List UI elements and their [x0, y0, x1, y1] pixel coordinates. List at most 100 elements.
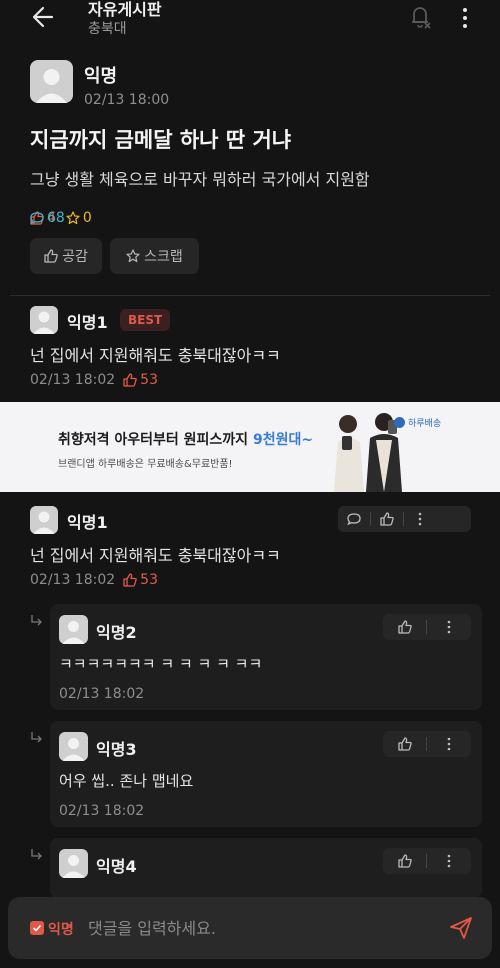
like-button[interactable]: 공감	[30, 238, 102, 274]
board-subtitle: 충북대	[88, 21, 127, 37]
reply-like-button[interactable]	[383, 731, 426, 757]
reply-like-button[interactable]	[383, 848, 426, 874]
send-icon	[450, 917, 472, 939]
comment-count-value: 68	[47, 210, 65, 226]
avatar	[59, 849, 88, 878]
comment-like-count: 53	[123, 372, 158, 388]
send-button[interactable]	[448, 915, 474, 941]
more-vertical-icon	[447, 620, 450, 634]
thumbs-up-icon	[380, 512, 394, 526]
comment-actions	[338, 506, 471, 532]
post-body: 그냥 생활 체육으로 바꾸자 뭐하러 국가에서 지원함	[30, 170, 370, 189]
comment-time: 02/13 18:02	[30, 372, 116, 388]
reply-more-button[interactable]	[427, 731, 470, 757]
reply: 익명3 어우 씹.. 존나 맵네요 02/13 18:02	[50, 721, 482, 827]
post-author: 익명	[84, 66, 118, 87]
avatar	[59, 615, 88, 644]
comment-composer: 익명	[8, 897, 492, 959]
reply-arrow-icon	[31, 615, 42, 626]
reply: 익명2 ㅋㅋㅋㅋㅋㅋㅋ ㅋ ㅋ ㅋ ㅋ ㅋㅋ 02/13 18:02	[50, 604, 482, 710]
reply-arrow-icon	[31, 849, 42, 860]
ad-banner[interactable]: 취향저격 아우터부터 원피스까지 9천원대~ 브랜디앱 하루배송은 무료배송&무…	[0, 402, 500, 492]
back-button[interactable]	[26, 2, 60, 32]
notification-toggle-button[interactable]	[405, 2, 435, 32]
like-button-label: 공감	[62, 249, 88, 265]
reply-like-button[interactable]	[383, 614, 426, 640]
avatar	[59, 732, 88, 761]
ad-subline: 브랜디앱 하루배송은 무료배송&무료반품!	[58, 459, 233, 470]
reply-actions	[383, 848, 471, 874]
comment-author: 익명1	[67, 513, 108, 532]
more-vertical-icon	[418, 512, 422, 526]
comment-text: 넌 집에서 지원해줘도 충북대잖아ㅋㅋ	[30, 546, 281, 565]
thumbs-up-icon	[44, 249, 58, 263]
reply-arrow-icon	[31, 732, 42, 743]
thumbs-up-icon	[123, 573, 137, 587]
thumbs-up-icon	[397, 737, 412, 751]
reply-more-button[interactable]	[427, 614, 470, 640]
default-avatar-icon	[62, 855, 85, 878]
comment-like-value: 53	[140, 372, 158, 388]
reply-text: ㅋㅋㅋㅋㅋㅋㅋ ㅋ ㅋ ㅋ ㅋ ㅋㅋ	[59, 655, 263, 673]
default-avatar-icon	[36, 69, 67, 103]
comment-meta: 02/13 18:02 53	[30, 372, 158, 388]
comment-author: 익명1	[67, 313, 108, 332]
star-icon	[126, 249, 140, 263]
scrap-button[interactable]: 스크랩	[110, 238, 199, 274]
divider	[10, 295, 490, 296]
default-avatar-icon	[33, 511, 55, 534]
default-avatar-icon	[62, 621, 85, 644]
thumbs-up-icon	[123, 373, 137, 387]
reply-time: 02/13 18:02	[59, 803, 145, 819]
post-time: 02/13 18:00	[84, 92, 170, 108]
check-icon	[32, 924, 42, 932]
more-vertical-icon	[447, 737, 450, 751]
comment-like-count: 53	[123, 572, 158, 588]
reply-author: 익명4	[96, 857, 137, 876]
comment-like-value: 53	[140, 572, 158, 588]
comment-text: 넌 집에서 지원해줘도 충북대잖아ㅋㅋ	[30, 346, 281, 365]
ad-headline: 취향저격 아우터부터 원피스까지 9천원대~	[58, 429, 313, 449]
board-title: 자유게시판	[88, 0, 162, 19]
reply-author: 익명2	[96, 623, 137, 642]
speech-bubble-icon	[30, 212, 44, 225]
brand-logo-icon	[394, 417, 405, 428]
more-vertical-icon	[463, 8, 467, 28]
anonymous-checkbox[interactable]	[30, 921, 44, 935]
comment-meta: 02/13 18:02 53	[30, 572, 158, 588]
post-stats: 4 68 0	[30, 208, 102, 228]
reply-actions	[383, 731, 471, 757]
default-avatar-icon	[62, 738, 85, 761]
ad-headline-highlight: 9천원대~	[252, 432, 314, 448]
post-title: 지금까지 금메달 하나 딴 거냐	[30, 128, 292, 152]
reply-actions	[383, 614, 471, 640]
more-vertical-icon	[447, 854, 450, 868]
avatar	[30, 60, 73, 103]
reply-button[interactable]	[338, 506, 370, 532]
comment-input[interactable]	[88, 913, 418, 943]
thumbs-up-icon	[397, 620, 412, 634]
arrow-left-icon	[32, 6, 54, 28]
comment-more-button[interactable]	[404, 506, 436, 532]
avatar	[30, 506, 58, 534]
avatar	[30, 306, 58, 334]
post-actions: 공감 스크랩	[30, 238, 207, 274]
ad-brand: 하루배송	[394, 416, 441, 429]
speech-bubble-icon	[347, 513, 361, 526]
app-header: 자유게시판 충북대	[0, 0, 500, 48]
anonymous-label[interactable]: 익명	[48, 919, 74, 939]
scrap-button-label: 스크랩	[144, 249, 183, 265]
best-badge: BEST	[120, 309, 171, 331]
comment-like-button[interactable]	[371, 506, 403, 532]
thumbs-up-icon	[397, 854, 412, 868]
more-options-button[interactable]	[455, 4, 475, 32]
bell-off-icon	[412, 7, 431, 29]
ad-brand-name: 하루배송	[408, 419, 442, 429]
reply-time: 02/13 18:02	[59, 686, 145, 702]
reply-text: 어우 씹.. 존나 맵네요	[59, 772, 194, 790]
ad-headline-text: 취향저격 아우터부터 원피스까지	[58, 432, 253, 448]
reply-author: 익명3	[96, 740, 137, 759]
default-avatar-icon	[33, 311, 55, 334]
comment-time: 02/13 18:02	[30, 572, 116, 588]
reply-more-button[interactable]	[427, 848, 470, 874]
